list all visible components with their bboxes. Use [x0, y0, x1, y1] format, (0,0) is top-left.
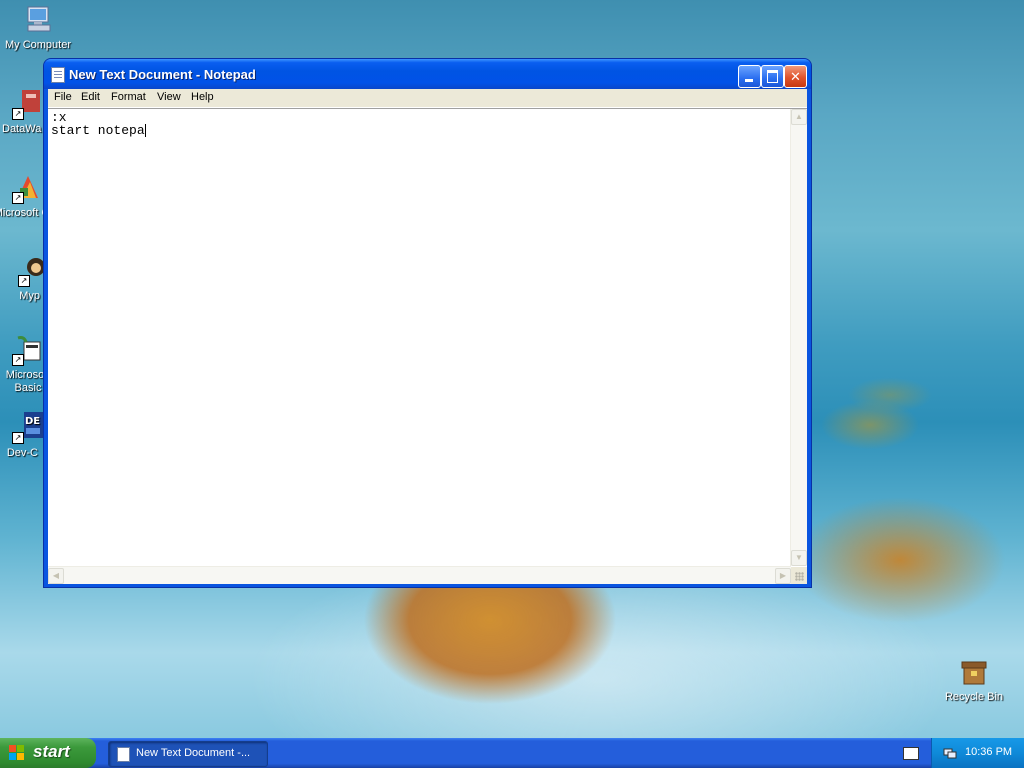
scroll-left-icon[interactable]: ◀	[48, 568, 64, 584]
resize-grip-icon[interactable]	[791, 567, 807, 584]
visual-cpp-shortcut-icon: ↗	[12, 172, 44, 204]
datawarehouse-shortcut-icon: ↗	[12, 88, 44, 120]
clock[interactable]: 10:36 PM	[965, 746, 1012, 758]
menu-bar: File Edit Format View Help	[48, 89, 807, 108]
notepad-window[interactable]: New Text Document - Notepad ✕ File Edit …	[44, 59, 811, 587]
vertical-scrollbar[interactable]: ▲ ▼	[790, 109, 807, 566]
windows-logo-icon	[9, 745, 25, 761]
editor-line: start notepa	[51, 123, 145, 138]
start-label: start	[33, 742, 70, 761]
shortcut-arrow-icon: ↗	[12, 354, 24, 366]
maximize-icon	[767, 70, 778, 83]
menu-view[interactable]: View	[157, 91, 181, 103]
dev-cpp-shortcut-icon: DE ↗	[12, 412, 44, 444]
desktop-icon-label: My Computer	[4, 39, 72, 51]
keyboard-icon[interactable]	[903, 747, 919, 760]
notepad-icon[interactable]	[51, 67, 65, 83]
text-editor[interactable]: :x start notepa ▲ ▼ ◀ ▶	[48, 108, 807, 584]
notepad-icon	[117, 747, 130, 762]
network-icon[interactable]	[943, 746, 957, 760]
recycle-bin-icon	[958, 656, 990, 688]
desktop-icon-label: Recycle Bin	[944, 691, 1004, 703]
menu-file[interactable]: File	[54, 91, 72, 103]
taskbar-button-notepad[interactable]: New Text Document -...	[108, 741, 268, 767]
menu-edit[interactable]: Edit	[81, 91, 100, 103]
my-computer-icon	[22, 4, 54, 36]
shortcut-arrow-icon: ↗	[12, 108, 24, 120]
horizontal-scrollbar[interactable]: ◀ ▶	[48, 566, 791, 584]
shortcut-arrow-icon: ↗	[18, 275, 30, 287]
scroll-up-icon[interactable]: ▲	[791, 109, 807, 125]
title-bar[interactable]: New Text Document - Notepad ✕	[44, 59, 811, 89]
text-caret	[144, 124, 146, 137]
maximize-button[interactable]	[761, 65, 784, 88]
notepad-client: File Edit Format View Help :x start notep…	[48, 89, 807, 584]
scroll-down-icon[interactable]: ▼	[791, 550, 807, 566]
editor-line-cursor: start notepa	[51, 124, 146, 137]
window-title: New Text Document - Notepad	[69, 67, 256, 82]
close-icon: ✕	[790, 69, 801, 84]
menu-help[interactable]: Help	[191, 91, 214, 103]
system-tray: 10:36 PM	[931, 738, 1024, 768]
editor-text: :x start notepa	[51, 111, 146, 137]
svg-text:DE: DE	[25, 416, 40, 427]
close-button[interactable]: ✕	[784, 65, 807, 88]
visual-basic-shortcut-icon: ↗	[12, 334, 44, 366]
menu-format[interactable]: Format	[111, 91, 146, 103]
desktop-icon-recycle-bin[interactable]: Recycle Bin	[938, 656, 1010, 704]
shortcut-arrow-icon: ↗	[12, 192, 24, 204]
minimize-icon	[745, 79, 753, 82]
desktop-icon-my-computer[interactable]: My Computer	[2, 4, 74, 52]
start-button[interactable]: start	[0, 738, 96, 768]
shortcut-arrow-icon: ↗	[12, 432, 24, 444]
minimize-button[interactable]	[738, 65, 761, 88]
scroll-right-icon[interactable]: ▶	[775, 568, 791, 584]
taskbar-button-label: New Text Document -...	[136, 747, 251, 759]
taskbar: start New Text Document -... 10:36 PM	[0, 738, 1024, 768]
